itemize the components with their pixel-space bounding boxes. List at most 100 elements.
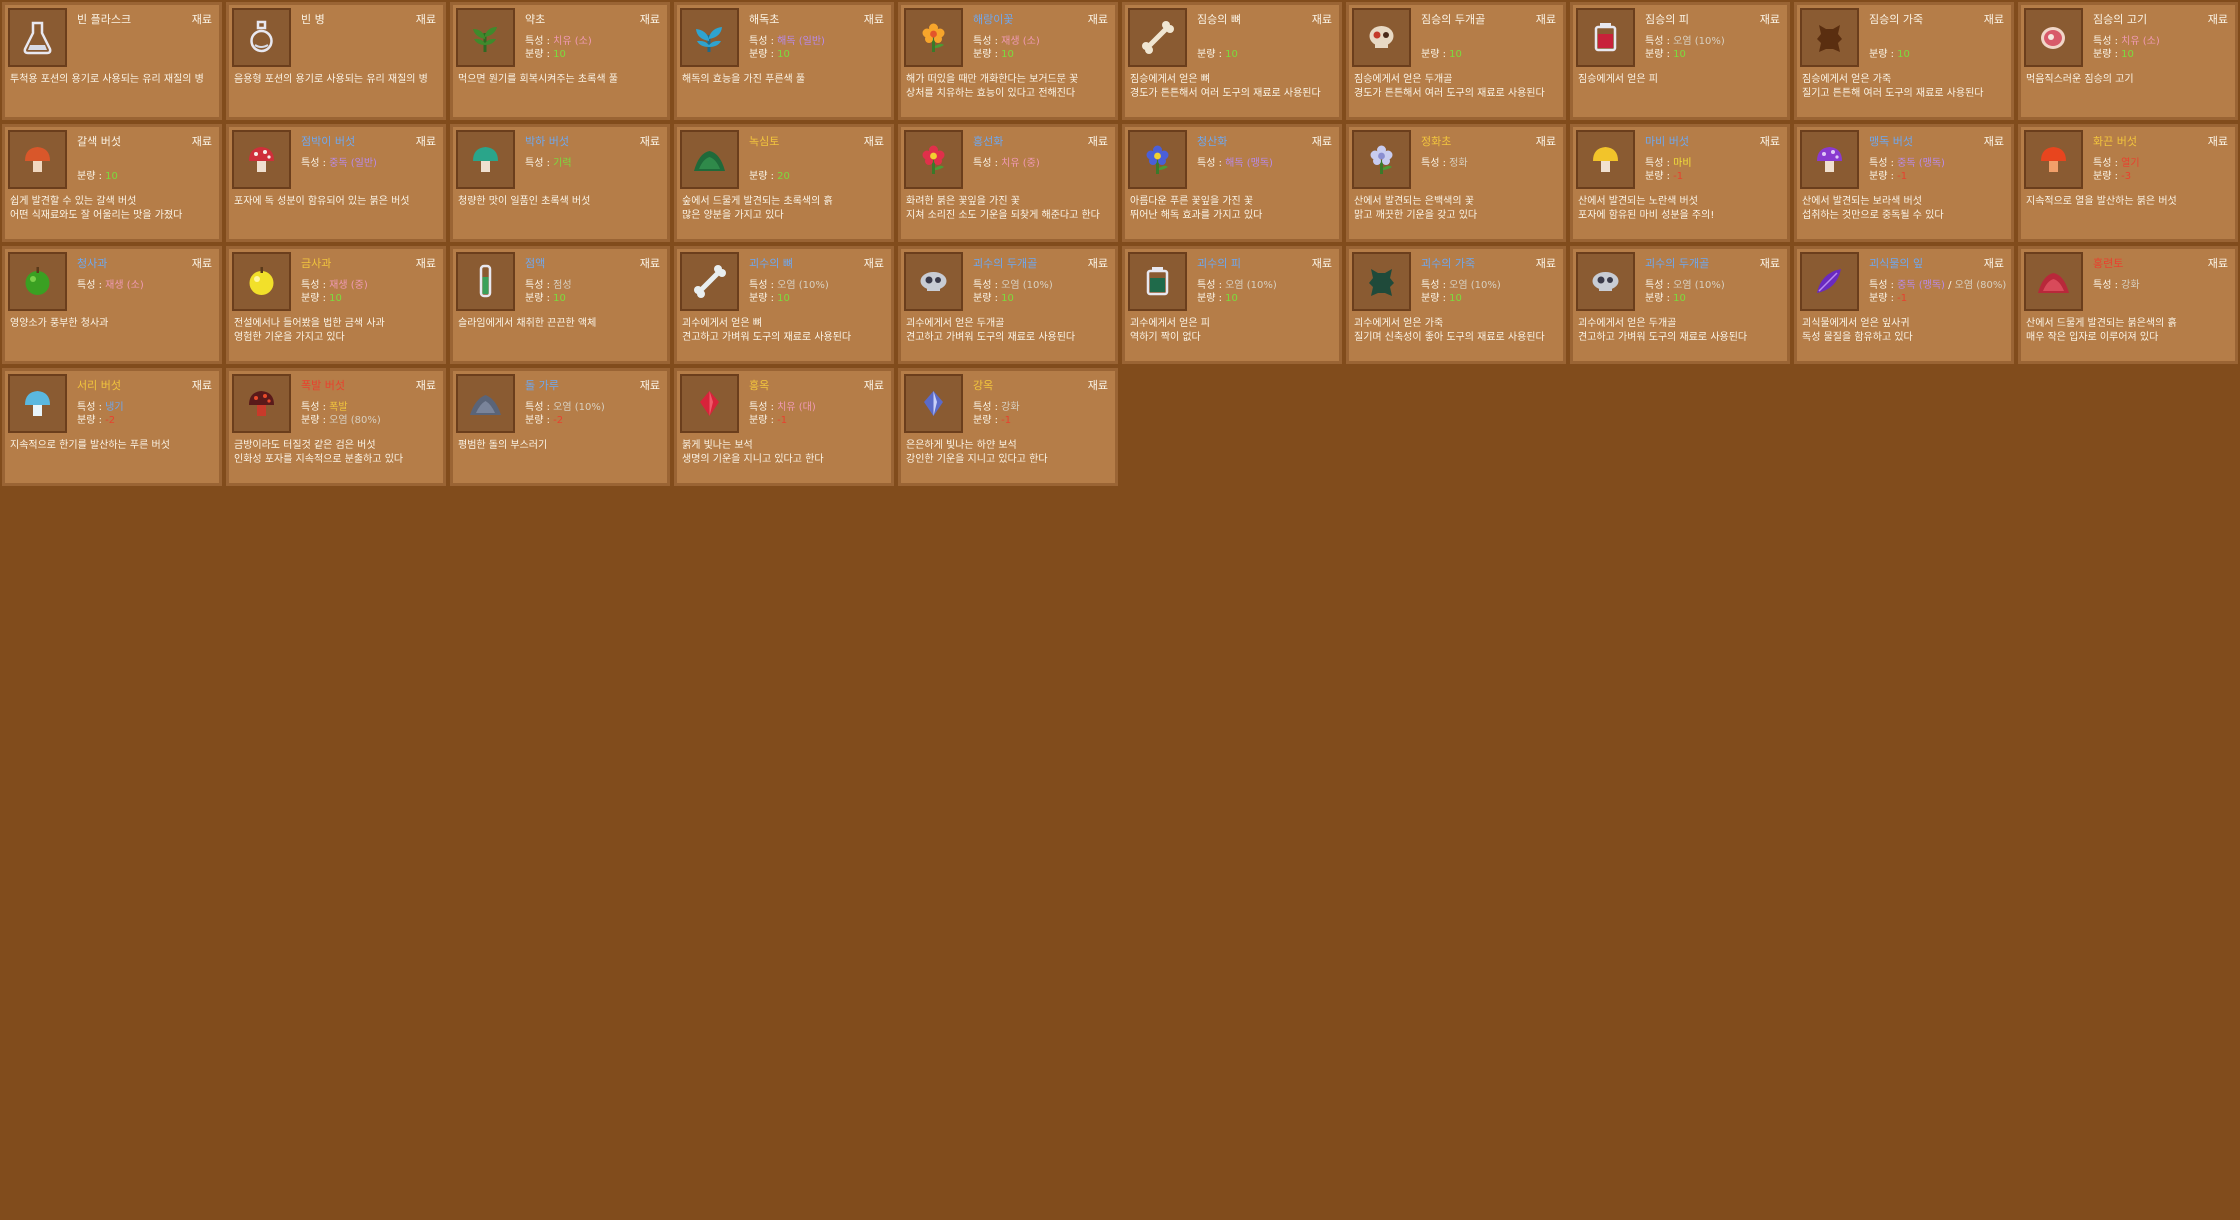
item-category-tag: 재료 [1759,135,1780,148]
item-card[interactable]: 홍옥 재료 특성 : 치유 (대) 분량 : -1 붉게 빛나는 보석 생명의 기운을 … [674,368,894,486]
stat-label: 특성 : [525,280,554,291]
item-card[interactable]: 홍련토 재료 특성 : 강화 산에서 드물게 발견되는 붉은색의 흙 매우 작은 입자… [2018,246,2238,364]
item-card[interactable]: 홍선화 재료 특성 : 치유 (중) 화려한 붉은 꽃잎을 가진 꽃 지쳐 소리진 소… [898,124,1118,242]
item-stats: 특성 : 치유 (소) 분량 : 10 [2093,35,2160,61]
stat-label: 특성 : [1421,158,1450,169]
item-stats: 특성 : 중독 (맹독) / 오염 (80%) 분량 : -1 [1869,279,2006,305]
stat-label: 특성 : [1645,158,1674,169]
item-card[interactable]: 폭발 버섯 재료 특성 : 폭발 분량 : 오염 (80%) 금방이라도 터질것 같은 … [226,368,446,486]
item-name: 홍선화 [973,135,1004,148]
item-description: 지속적으로 한기를 발산하는 푸른 버섯 [10,440,170,451]
item-card[interactable]: 서리 버섯 재료 특성 : 냉기 분량 : -2 지속적으로 한기를 발산하는 푸른 버… [2,368,222,486]
item-card[interactable]: 짐승의 가죽 재료 분량 : 10 짐승에게서 얻은 가죽 질기고 튼튼해 여러 도구… [1794,2,2014,120]
item-card[interactable]: 짐승의 두개골 재료 분량 : 10 짐승에게서 얻은 두개골 경도가 튼튼해서 여러… [1346,2,1566,120]
item-category-tag: 재료 [191,135,212,148]
item-description: 괴수에게서 얻은 두개골 견고하고 가벼워 도구의 재료로 사용된다 [906,318,1076,343]
stat-label: 분량 : [1645,49,1674,60]
item-card[interactable]: 청사과 재료 특성 : 재생 (소) 영양소가 풍부한 청사과 [2,246,222,364]
item-category-tag: 재료 [1311,257,1332,270]
item-icon-slot [1800,252,1859,311]
item-description: 산에서 발견되는 은백색의 꽃 맑고 깨끗한 기운을 갖고 있다 [1354,196,1478,221]
item-category-tag: 재료 [191,257,212,270]
item-card[interactable]: 괴식물의 잎 재료 특성 : 중독 (맹독) / 오염 (80%) 분량 : -1 괴식… [1794,246,2014,364]
item-stats: 특성 : 치유 (중) [973,157,1040,170]
stat-row: 분량 : 오염 (80%) [301,414,381,427]
stat-row: 특성 : 열기 [2093,157,2140,170]
stat-label: 분량 : [2093,171,2122,182]
item-card[interactable]: 괴수의 뼈 재료 특성 : 오염 (10%) 분량 : 10 괴수에게서 얻은 뼈 견고… [674,246,894,364]
item-name: 점박이 버섯 [301,135,356,148]
item-stats: 특성 : 정화 [1421,157,1468,170]
item-icon-slot [456,130,515,189]
item-stats: 분량 : 20 [749,157,790,183]
item-name: 정화초 [1421,135,1452,148]
item-card[interactable]: 청산화 재료 특성 : 해독 (맹독) 아름다운 푸른 꽃잎을 가진 꽃 뛰어난 해독… [1122,124,1342,242]
item-stats: 특성 : 치유 (소) 분량 : 10 [525,35,592,61]
item-card[interactable]: 갈색 버섯 재료 분량 : 10 쉽게 발견할 수 있는 갈색 버섯 어떤 식재료와도… [2,124,222,242]
item-icon-slot [8,374,67,433]
item-icon-slot [904,252,963,311]
item-card[interactable]: 금사과 재료 특성 : 재생 (중) 분량 : 10 전설에서나 들어봤을 법한 금색 … [226,246,446,364]
stat-label: 특성 : [77,402,106,413]
stat-value: 해독 (맹독) [1225,158,1273,169]
stat-label: 특성 : [1869,280,1898,291]
item-card[interactable]: 짐승의 고기 재료 특성 : 치유 (소) 분량 : 10 먹음직스러운 짐승의 고기 [2018,2,2238,120]
stat-row: 분량 : 10 [1645,292,1725,305]
item-card[interactable]: 점박이 버섯 재료 특성 : 중독 (일반) 포자에 독 성분이 함유되어 있는 붉은… [226,124,446,242]
stat-value: 오염 (10%) [1449,280,1501,291]
stat-label: 특성 : [1869,158,1898,169]
item-category-tag: 재료 [639,257,660,270]
item-card[interactable]: 해랑이꽃 재료 특성 : 재생 (소) 분량 : 10 해가 떠있을 때만 개화한다는 … [898,2,1118,120]
item-card[interactable]: 돌 가루 재료 특성 : 오염 (10%) 분량 : -2 평범한 돌의 부스러기 [450,368,670,486]
item-card[interactable]: 빈 플라스크 재료 투척용 포션의 용기로 사용되는 유리 재질의 병 [2,2,222,120]
item-card[interactable]: 마비 버섯 재료 특성 : 마비 분량 : -1 산에서 발견되는 노란색 버섯 포자에… [1570,124,1790,242]
item-category-tag: 재료 [191,13,212,26]
item-icon-slot [1128,8,1187,67]
item-card[interactable]: 빈 병 재료 음용형 포션의 용기로 사용되는 유리 재질의 병 [226,2,446,120]
item-icon-slot [1352,130,1411,189]
stat-label: 특성 : [2093,158,2122,169]
stat-row: 분량 : 10 [77,170,118,183]
item-description: 먹음직스러운 짐승의 고기 [2026,74,2134,85]
stat-label: 특성 : [2093,280,2122,291]
item-icon-slot [456,8,515,67]
item-name: 금사과 [301,257,332,270]
item-category-tag: 재료 [639,135,660,148]
item-description: 청량한 맛이 일품인 초록색 버섯 [458,196,591,207]
item-card[interactable]: 점액 재료 특성 : 점성 분량 : 10 슬라임에게서 채취한 끈끈한 액체 [450,246,670,364]
stat-row: 분량 : 10 [1421,292,1501,305]
item-card[interactable]: 괴수의 두개골 재료 특성 : 오염 (10%) 분량 : 10 괴수에게서 얻은 두개… [1570,246,1790,364]
item-description: 투척용 포션의 용기로 사용되는 유리 재질의 병 [10,74,204,85]
item-name: 갈색 버섯 [77,135,121,148]
item-icon-slot [232,130,291,189]
item-card[interactable]: 정화초 재료 특성 : 정화 산에서 발견되는 은백색의 꽃 맑고 깨끗한 기운을 갖… [1346,124,1566,242]
item-card[interactable]: 괴수의 두개골 재료 특성 : 오염 (10%) 분량 : 10 괴수에게서 얻은 두개… [898,246,1118,364]
stat-label: 분량 : [973,293,1002,304]
item-card[interactable]: 짐승의 뼈 재료 분량 : 10 짐승에게서 얻은 뼈 경도가 튼튼해서 여러 도구의… [1122,2,1342,120]
stat-value: 열기 [2121,158,2140,169]
item-icon-slot [1128,130,1187,189]
stat-label: 분량 : [1197,293,1226,304]
item-card[interactable]: 녹심토 재료 분량 : 20 숲에서 드물게 발견되는 초록색의 흙 많은 양분을 가… [674,124,894,242]
stat-row: 분량 : 10 [525,292,572,305]
item-description: 붉게 빛나는 보석 생명의 기운을 지니고 있다고 한다 [682,440,824,465]
item-card[interactable]: 강옥 재료 특성 : 강화 분량 : -1 은은하게 빛나는 하얀 보석 강인한 기운을… [898,368,1118,486]
item-category-tag: 재료 [1087,257,1108,270]
item-stats: 특성 : 중독 (맹독) 분량 : -1 [1869,157,1945,183]
item-grid: 빈 플라스크 재료 투척용 포션의 용기로 사용되는 유리 재질의 병빈 병 재료 음용… [2,2,2238,486]
item-card[interactable]: 화끈 버섯 재료 특성 : 열기 분량 : -3 지속적으로 열을 발산하는 붉은 버섯 [2018,124,2238,242]
stat-value: 중독 (맹독) [1897,158,1945,169]
item-card[interactable]: 맹독 버섯 재료 특성 : 중독 (맹독) 분량 : -1 산에서 발견되는 보라색 버… [1794,124,2014,242]
stat-row: 분량 : -3 [2093,170,2140,183]
stat-row: 분량 : -1 [749,414,816,427]
stat-row [1421,35,1462,48]
stat-value: 오염 (10%) [777,280,829,291]
item-card[interactable]: 약초 재료 특성 : 치유 (소) 분량 : 10 먹으면 원기를 회복시켜주는 초록색… [450,2,670,120]
stat-value: 강화 [2121,280,2140,291]
item-card[interactable]: 짐승의 피 재료 특성 : 오염 (10%) 분량 : 10 짐승에게서 얻은 피 [1570,2,1790,120]
stat-row: 분량 : -1 [973,414,1020,427]
item-card[interactable]: 해독초 재료 특성 : 해독 (일반) 분량 : 10 해독의 효능을 가진 푸른색 풀 [674,2,894,120]
item-card[interactable]: 박하 버섯 재료 특성 : 기력 청량한 맛이 일품인 초록색 버섯 [450,124,670,242]
item-card[interactable]: 괴수의 가죽 재료 특성 : 오염 (10%) 분량 : 10 괴수에게서 얻은 가죽 … [1346,246,1566,364]
item-card[interactable]: 괴수의 피 재료 특성 : 오염 (10%) 분량 : 10 괴수에게서 얻은 피 역하… [1122,246,1342,364]
